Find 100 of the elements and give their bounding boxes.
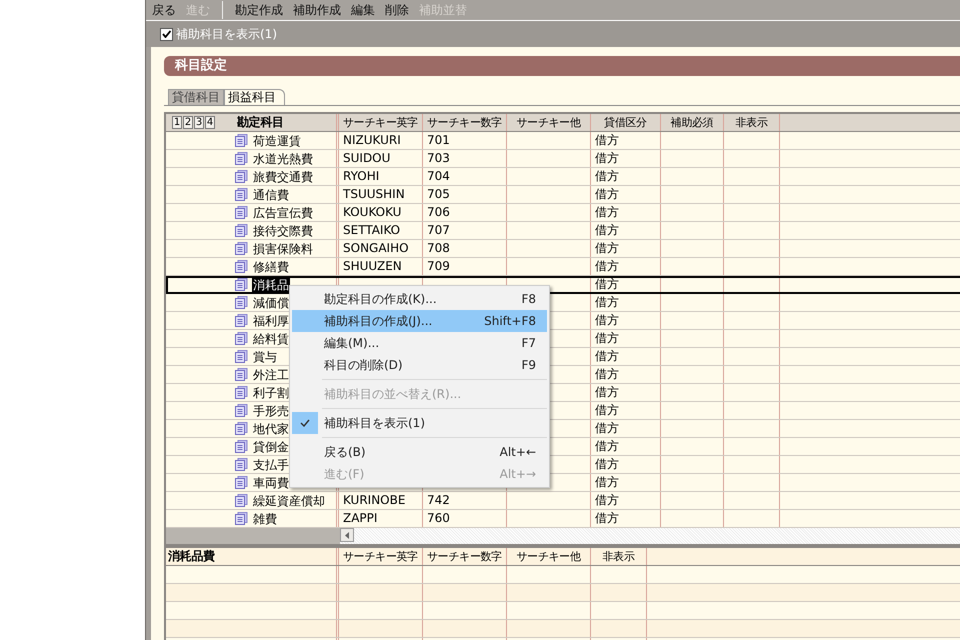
table-cell: 借方 [591, 348, 661, 365]
toolbar-button[interactable]: 削除 [385, 2, 409, 18]
table-row[interactable]: 接待交際費 SETTAIKO 707 借方 [166, 222, 960, 240]
document-icon [235, 494, 248, 507]
account-name: 接待交際費 [252, 222, 314, 238]
table-cell: 借方 [591, 474, 661, 491]
table-cell: 借方 [591, 186, 661, 203]
document-icon [235, 206, 248, 219]
table-cell: 709 [423, 258, 507, 275]
level-button[interactable]: 1 [172, 116, 182, 129]
table-cell: 701 [423, 132, 507, 149]
menu-item[interactable]: 補助科目の作成(J)... Shift+F8 [292, 310, 547, 332]
table-cell: SUIDOU [339, 150, 423, 167]
account-name: 貸倒金 [252, 438, 290, 454]
table-row[interactable]: 通信費 TSUUSHIN 705 借方 [166, 186, 960, 204]
column-header[interactable]: サーチキー英字 [339, 114, 423, 131]
toolbar-button[interactable]: 勘定作成 [235, 2, 283, 18]
table-cell: 760 [423, 510, 507, 527]
document-icon [235, 188, 248, 201]
table-row[interactable]: 広告宣伝費 KOUKOKU 706 借方 [166, 204, 960, 222]
table-cell: 借方 [591, 204, 661, 221]
level-button[interactable]: 4 [205, 116, 215, 129]
document-icon [235, 350, 248, 363]
column-header[interactable]: サーチキー数字 [423, 114, 507, 131]
table-cell: KURINOBE [339, 492, 423, 509]
column-header[interactable]: サーチキー英字 [339, 548, 423, 565]
tab[interactable]: 貸借科目 [168, 89, 224, 105]
column-header[interactable]: 非表示 [724, 114, 780, 131]
toolbar-button[interactable]: 補助作成 [293, 2, 341, 18]
table-cell: 借方 [591, 222, 661, 239]
table-cell: 借方 [591, 240, 661, 257]
level-button[interactable]: 2 [183, 116, 193, 129]
column-header[interactable]: サーチキー他 [507, 548, 591, 565]
toolbar-button[interactable]: 戻る [152, 2, 176, 18]
table-row[interactable]: 水道光熱費 SUIDOU 703 借方 [166, 150, 960, 168]
scroll-left-icon[interactable] [340, 528, 354, 542]
column-header: 消耗品費 [168, 548, 215, 565]
table-cell: 704 [423, 168, 507, 185]
table-cell: 借方 [591, 312, 661, 329]
table-cell: 707 [423, 222, 507, 239]
document-icon [235, 260, 248, 273]
table-cell: 借方 [591, 402, 661, 419]
table-cell: 借方 [591, 366, 661, 383]
table-cell: ZAPPI [339, 510, 423, 527]
account-name: 給料賃 [252, 330, 290, 346]
column-header[interactable]: 勘定科目 [237, 114, 284, 131]
document-icon [235, 242, 248, 255]
account-name: 利子割 [252, 384, 290, 400]
table-cell: 借方 [591, 132, 661, 149]
column-header[interactable]: サーチキー数字 [423, 548, 507, 565]
table-row[interactable]: 旅費交通費 RYOHI 704 借方 [166, 168, 960, 186]
table-row[interactable]: 荷造運賃 NIZUKURI 701 借方 [166, 132, 960, 150]
account-name: 賞与 [252, 348, 278, 364]
table-cell: 703 [423, 150, 507, 167]
table-cell: 借方 [591, 150, 661, 167]
document-icon [235, 224, 248, 237]
document-icon [235, 368, 248, 381]
table-cell: 742 [423, 492, 507, 509]
document-icon [235, 332, 248, 345]
document-icon [235, 386, 248, 399]
table-row[interactable]: 繰延資産償却 KURINOBE 742 借方 [166, 492, 960, 510]
document-icon [235, 422, 248, 435]
account-name: 広告宣伝費 [252, 204, 314, 220]
column-header[interactable]: サーチキー他 [507, 114, 591, 131]
document-icon [235, 134, 248, 147]
table-cell: RYOHI [339, 168, 423, 185]
checkbox[interactable] [160, 28, 173, 40]
account-name: 支払手 [252, 456, 290, 472]
account-name: 修繕費 [252, 258, 290, 274]
column-header[interactable]: 貸借区分 [591, 114, 661, 131]
checkbox-label: 補助科目を表示(1) [176, 26, 277, 42]
tab[interactable]: 損益科目 [224, 89, 285, 105]
account-name: 雑費 [252, 510, 278, 526]
table-cell: TSUUSHIN [339, 186, 423, 203]
table-cell: 借方 [591, 420, 661, 437]
column-header[interactable]: 補助必須 [661, 114, 724, 131]
table-cell: 借方 [591, 258, 661, 275]
account-name: 減価償 [252, 294, 290, 310]
document-icon [235, 152, 248, 165]
table-row[interactable]: 修繕費 SHUUZEN 709 借方 [166, 258, 960, 276]
table-cell: 借方 [591, 330, 661, 347]
account-name: 荷造運賃 [252, 132, 302, 148]
table-cell: 借方 [591, 456, 661, 473]
toolbar-button[interactable]: 編集 [351, 2, 375, 18]
account-name: 福利厚 [252, 312, 290, 328]
level-button[interactable]: 3 [194, 116, 204, 129]
document-icon [235, 476, 248, 489]
table-cell: KOUKOKU [339, 204, 423, 221]
table-cell: 借方 [591, 384, 661, 401]
document-icon [235, 512, 248, 525]
table-cell: SETTAIKO [339, 222, 423, 239]
account-name: 通信費 [252, 186, 290, 202]
document-icon [235, 404, 248, 417]
table-cell: 借方 [591, 168, 661, 185]
table-cell: 借方 [591, 438, 661, 455]
column-header[interactable]: 非表示 [591, 548, 647, 565]
account-name: 外注工 [252, 366, 290, 382]
table-row[interactable]: 損害保険料 SONGAIHO 708 借方 [166, 240, 960, 258]
horizontal-scrollbar[interactable] [166, 528, 960, 544]
document-icon [235, 296, 248, 309]
